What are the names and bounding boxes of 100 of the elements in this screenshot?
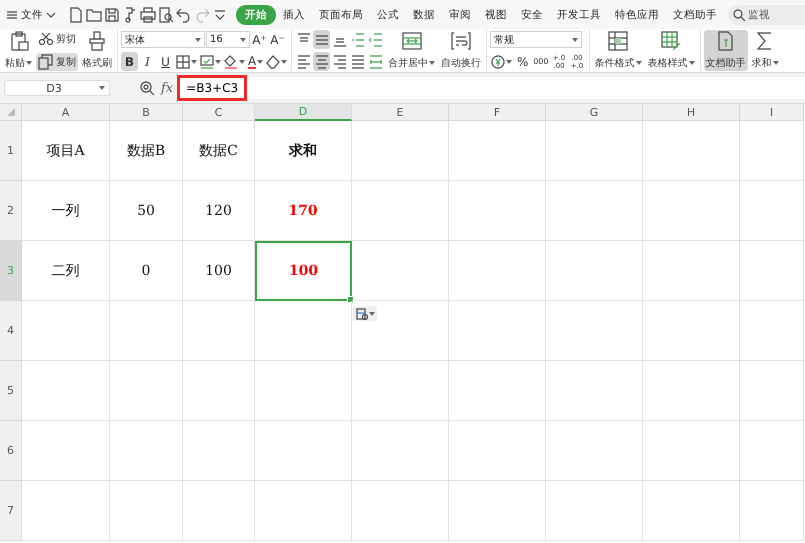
file-menu[interactable]: 文件 [4, 6, 58, 24]
table-cell[interactable] [740, 481, 804, 541]
table-cell[interactable] [546, 121, 643, 181]
table-cell[interactable] [110, 421, 183, 481]
ribbon-button[interactable]: 格式刷 [80, 30, 114, 71]
function-button[interactable]: fx [161, 80, 174, 96]
row-header[interactable]: 1 [0, 121, 22, 181]
column-header[interactable]: C [183, 104, 255, 121]
toolbar-button[interactable]: A⁺ [251, 30, 268, 49]
column-header[interactable]: G [546, 104, 643, 121]
print-preview-icon[interactable] [158, 6, 174, 22]
ribbon-button[interactable]: 文档助手 [704, 30, 748, 71]
table-cell[interactable] [255, 481, 352, 541]
table-cell[interactable] [22, 301, 110, 361]
row-header[interactable]: 6 [0, 421, 22, 481]
search-field[interactable]: 监视 [728, 4, 805, 24]
toolbar-button[interactable]: A [247, 52, 264, 71]
ribbon-tab[interactable]: 公式 [370, 4, 406, 24]
name-box[interactable]: D3 [4, 80, 110, 96]
table-cell[interactable] [643, 421, 740, 481]
toolbar-button[interactable]: U [157, 52, 174, 71]
ribbon-tab[interactable]: 页面布局 [312, 4, 370, 24]
ribbon-tab[interactable]: 视图 [478, 4, 514, 24]
table-cell[interactable]: 100 [255, 241, 352, 301]
table-cell[interactable] [22, 361, 110, 421]
table-cell[interactable] [546, 301, 643, 361]
table-cell[interactable] [546, 181, 643, 241]
column-header[interactable]: B [110, 104, 183, 121]
table-cell[interactable]: 数据C [183, 121, 255, 181]
row-header[interactable]: 4 [0, 301, 22, 361]
toolbar-button[interactable]: % [514, 52, 532, 71]
toolbar-button[interactable]: A⁻ [269, 30, 286, 49]
table-cell[interactable] [352, 181, 449, 241]
ribbon-tab[interactable]: 安全 [514, 4, 550, 24]
table-cell[interactable] [449, 181, 546, 241]
table-cell[interactable] [643, 301, 740, 361]
table-cell[interactable] [352, 481, 449, 541]
ribbon-button[interactable]: 复制 [36, 53, 78, 71]
table-cell[interactable] [546, 421, 643, 481]
ribbon-button[interactable]: 合并居中 [386, 30, 438, 71]
table-cell[interactable] [740, 421, 804, 481]
table-cell[interactable] [183, 301, 255, 361]
column-header[interactable]: H [643, 104, 740, 121]
ribbon-button[interactable]: 剪切 [36, 30, 78, 48]
table-cell[interactable] [643, 121, 740, 181]
ribbon-tab[interactable]: 数据 [406, 4, 442, 24]
row-header[interactable]: 7 [0, 481, 22, 541]
column-header[interactable]: A [22, 104, 110, 121]
table-cell[interactable] [449, 481, 546, 541]
table-cell[interactable] [110, 481, 183, 541]
table-cell[interactable]: 50 [110, 181, 183, 241]
save-icon[interactable] [104, 6, 120, 22]
table-cell[interactable] [22, 421, 110, 481]
table-cell[interactable] [546, 361, 643, 421]
column-header[interactable]: E [352, 104, 449, 121]
paste-options-button[interactable] [353, 306, 377, 321]
table-cell[interactable] [643, 361, 740, 421]
table-cell[interactable]: 一列 [22, 181, 110, 241]
table-cell[interactable] [183, 481, 255, 541]
table-cell[interactable] [740, 241, 804, 301]
new-document-icon[interactable] [68, 6, 84, 22]
table-cell[interactable] [546, 481, 643, 541]
table-cell[interactable]: 项目A [22, 121, 110, 181]
dropdown-field[interactable]: 常规 [490, 31, 582, 48]
table-cell[interactable] [740, 301, 804, 361]
row-header[interactable]: 5 [0, 361, 22, 421]
toolbar-button[interactable] [313, 30, 330, 49]
select-all-icon[interactable] [4, 106, 16, 118]
fill-handle[interactable] [347, 296, 354, 303]
ribbon-button[interactable]: 条件格式 [592, 30, 644, 71]
table-cell[interactable]: 120 [183, 181, 255, 241]
table-cell[interactable] [449, 361, 546, 421]
ribbon-button[interactable]: 表格样式 [646, 30, 696, 71]
table-cell[interactable] [183, 421, 255, 481]
table-cell[interactable] [449, 301, 546, 361]
column-header[interactable]: F [449, 104, 546, 121]
table-cell[interactable] [546, 241, 643, 301]
table-cell[interactable] [352, 241, 449, 301]
row-header[interactable]: 2 [0, 181, 22, 241]
table-cell[interactable] [255, 421, 352, 481]
toolbar-button[interactable]: B [121, 52, 138, 71]
toolbar-button[interactable]: I [139, 52, 156, 71]
table-cell[interactable] [255, 301, 352, 361]
table-cell[interactable] [449, 121, 546, 181]
table-cell[interactable]: 170 [255, 181, 352, 241]
toolbar-button[interactable]: 000 [532, 52, 550, 71]
table-cell[interactable]: 100 [183, 241, 255, 301]
printer-icon[interactable] [140, 6, 156, 22]
table-cell[interactable] [110, 361, 183, 421]
table-cell[interactable] [110, 301, 183, 361]
table-cell[interactable] [643, 481, 740, 541]
table-cell[interactable] [352, 121, 449, 181]
undo-icon[interactable] [176, 6, 192, 22]
ribbon-tab[interactable]: 开发工具 [550, 4, 608, 24]
ribbon-button[interactable]: 粘贴 [3, 30, 34, 71]
table-cell[interactable] [255, 361, 352, 421]
table-cell[interactable]: 二列 [22, 241, 110, 301]
ribbon-tab[interactable]: 文档助手 [666, 4, 724, 24]
ribbon-button[interactable]: 自动换行 [439, 30, 484, 71]
table-cell[interactable] [740, 121, 804, 181]
